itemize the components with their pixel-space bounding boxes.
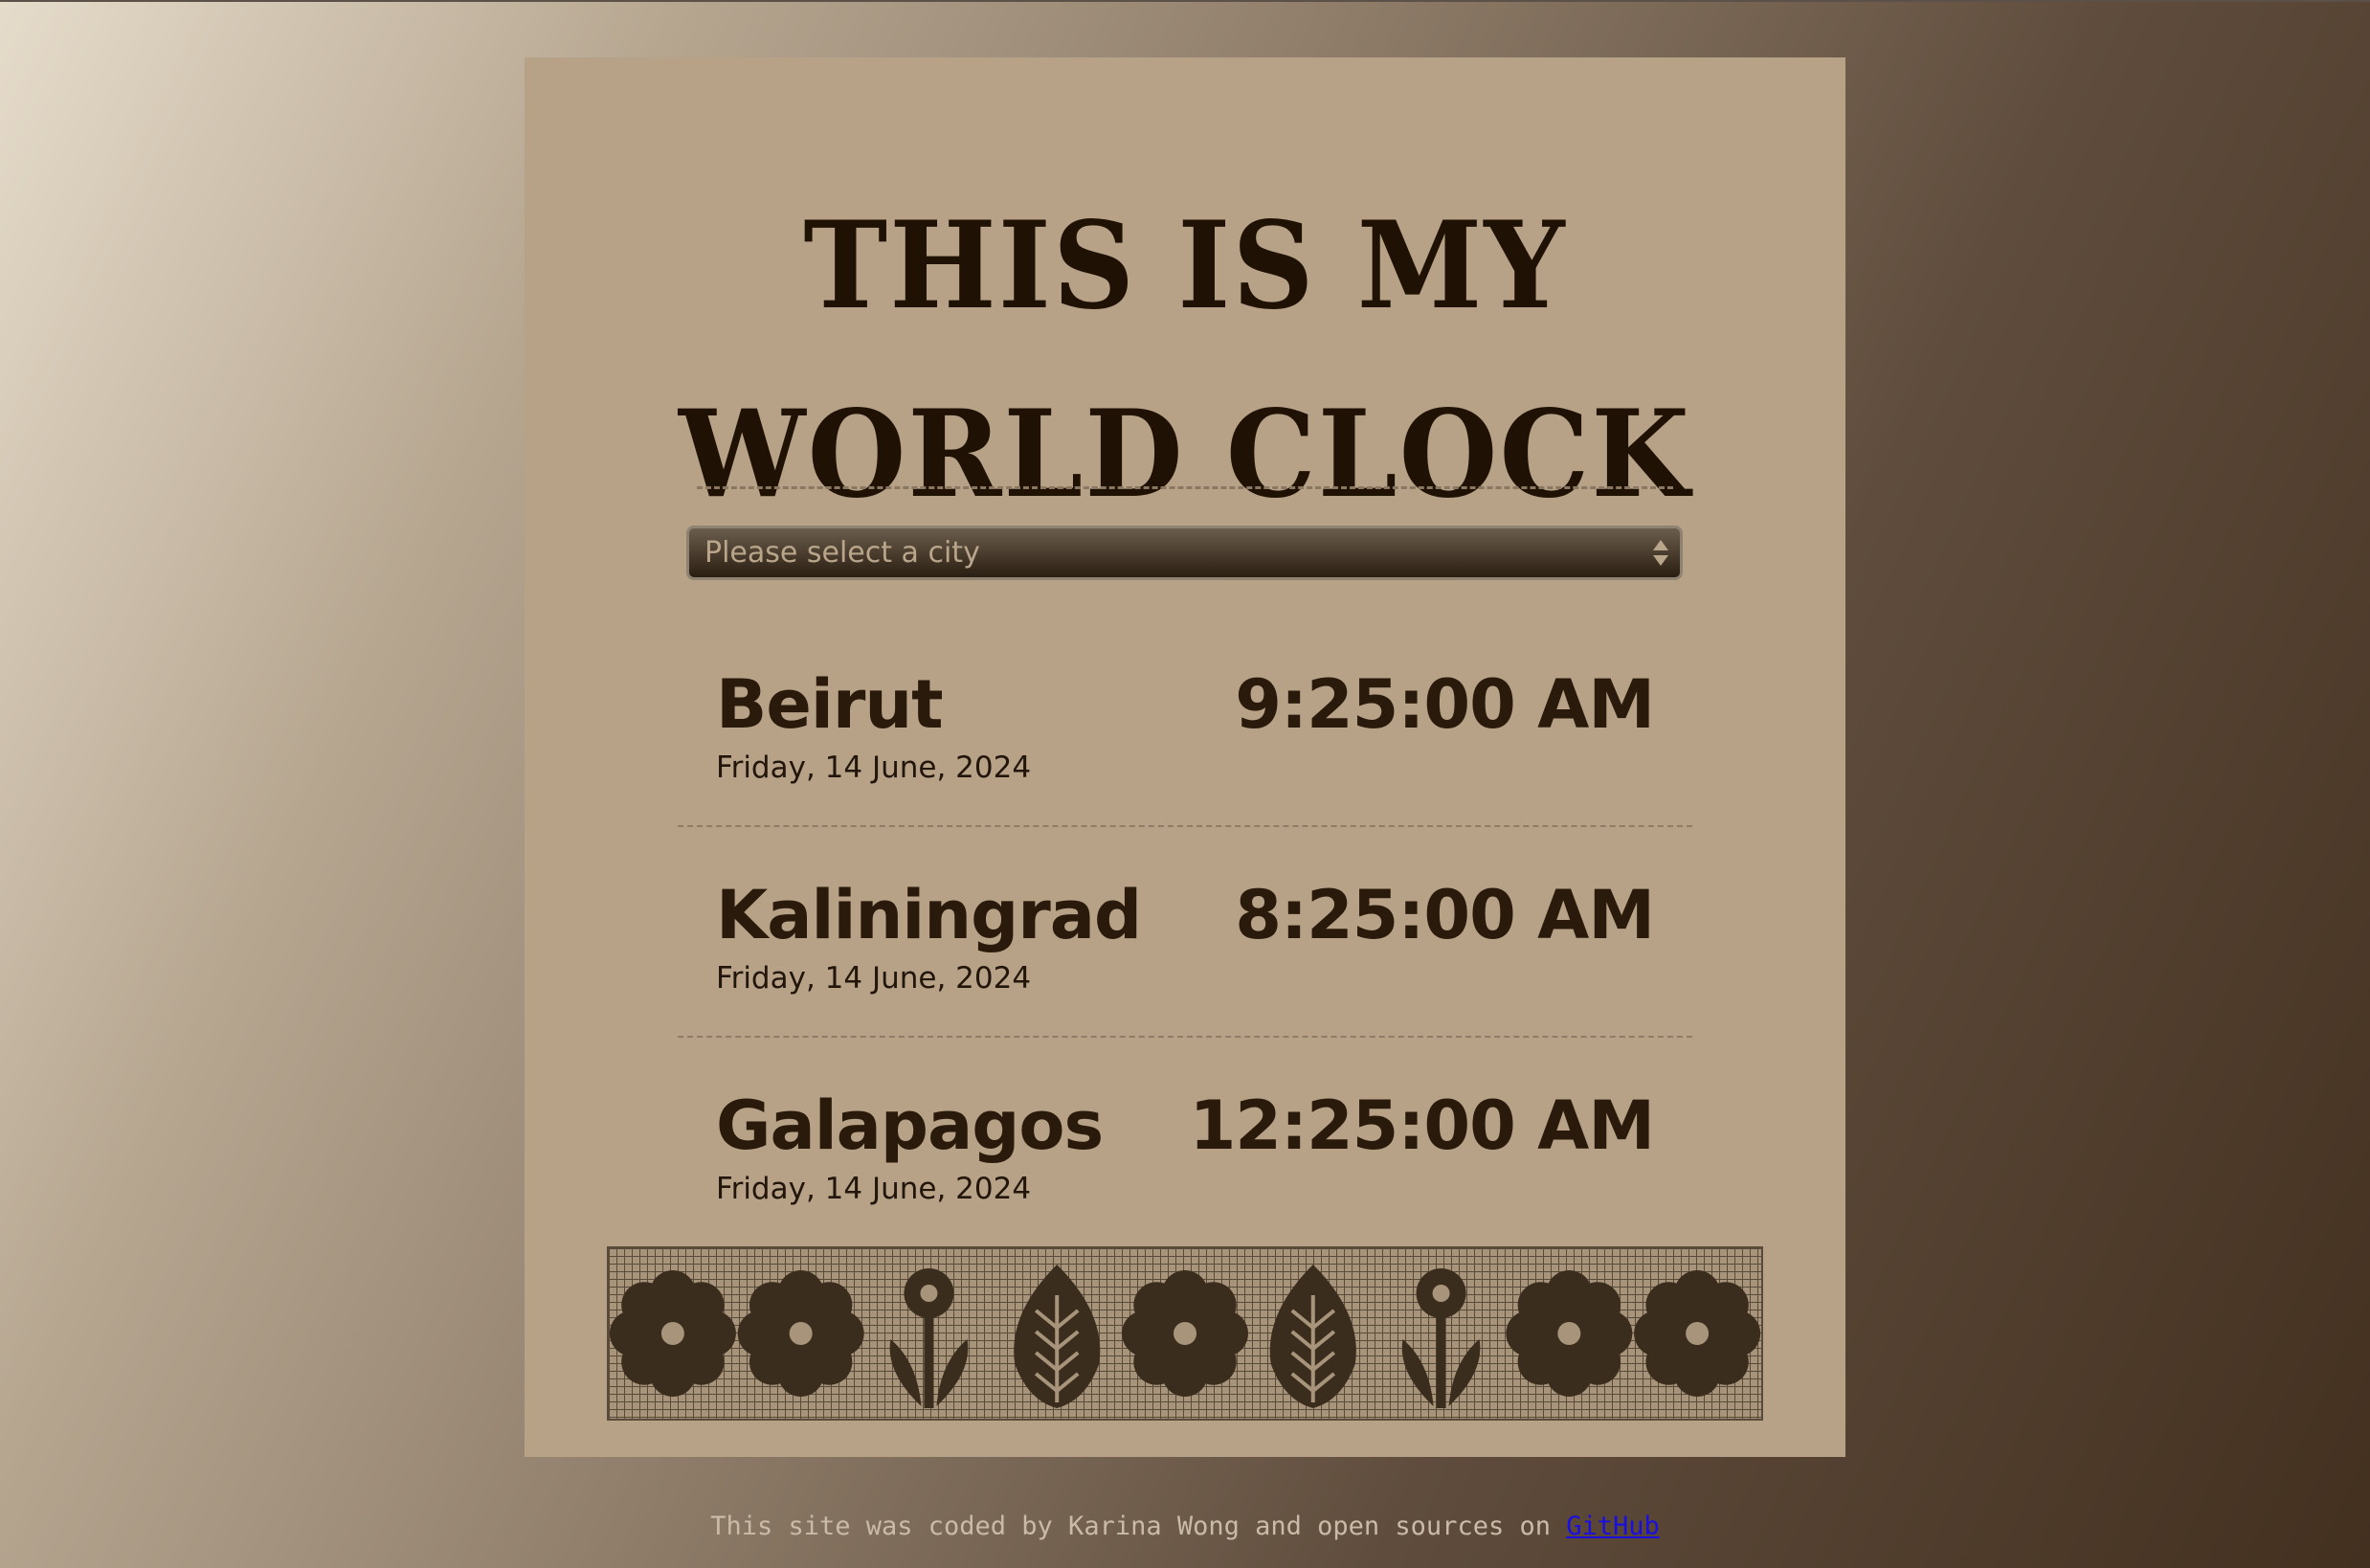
flower-icon xyxy=(1122,1270,1248,1397)
city-name: Beirut xyxy=(716,665,944,744)
city-name: Kaliningrad xyxy=(716,876,1142,954)
city-select[interactable]: Please select a city xyxy=(686,526,1683,580)
footer: This site was coded by Karina Wong and o… xyxy=(0,1508,2370,1546)
city-time: 9:25:00 AM xyxy=(1235,665,1655,744)
flower-icon xyxy=(737,1270,864,1397)
flower-icon xyxy=(1506,1270,1633,1397)
city-date: Friday, 14 June, 2024 xyxy=(716,750,1032,785)
top-border-line xyxy=(0,0,2370,2)
tulip-icon xyxy=(1401,1268,1481,1408)
leaf-icon xyxy=(1014,1265,1101,1408)
title-divider xyxy=(697,486,1673,489)
city-date: Friday, 14 June, 2024 xyxy=(716,961,1032,996)
flower-icon xyxy=(609,1270,736,1397)
select-arrows-icon xyxy=(1651,534,1670,572)
city-name: Galapagos xyxy=(716,1086,1104,1165)
row-divider xyxy=(678,1036,1692,1038)
city-row-beirut: Beirut Friday, 14 June, 2024 9:25:00 AM xyxy=(716,659,1655,831)
city-select-placeholder: Please select a city xyxy=(704,536,980,570)
city-time: 8:25:00 AM xyxy=(1235,876,1655,954)
github-link[interactable]: GitHub xyxy=(1566,1512,1660,1541)
world-clock-card: This is my World Clock Please select a c… xyxy=(525,57,1845,1457)
flower-icon xyxy=(1634,1270,1761,1397)
footer-text: This site was coded by Karina Wong and o… xyxy=(710,1512,1551,1541)
city-row-galapagos: Galapagos Friday, 14 June, 2024 12:25:00… xyxy=(716,1080,1655,1252)
city-select-box[interactable]: Please select a city xyxy=(689,528,1680,577)
embroidery-pattern xyxy=(607,1246,1763,1421)
city-row-kaliningrad: Kaliningrad Friday, 14 June, 2024 8:25:0… xyxy=(716,869,1655,1042)
leaf-icon xyxy=(1269,1265,1356,1408)
title-line-1: This is my xyxy=(803,194,1567,336)
city-time: 12:25:00 AM xyxy=(1189,1086,1655,1165)
title-line-2: World Clock xyxy=(679,383,1691,525)
tulip-icon xyxy=(889,1268,969,1408)
row-divider xyxy=(678,825,1692,827)
page-title: This is my World Clock xyxy=(525,171,1845,549)
city-date: Friday, 14 June, 2024 xyxy=(716,1172,1032,1206)
